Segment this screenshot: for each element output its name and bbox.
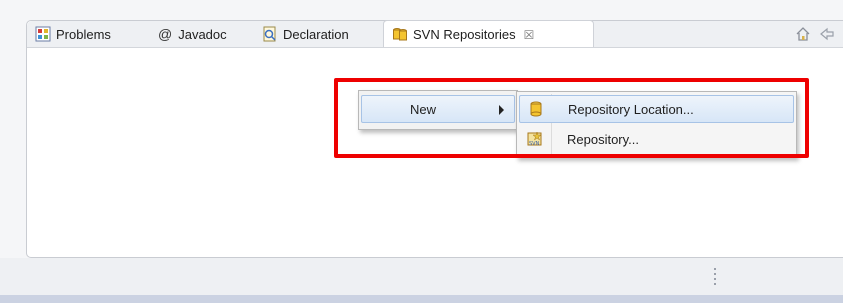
tab-problems[interactable]: Problems xyxy=(35,21,111,47)
back-arrow-icon[interactable] xyxy=(819,26,835,42)
svn-repositories-icon xyxy=(393,28,407,41)
tab-svn-repositories[interactable]: SVN Repositories ☒ xyxy=(383,20,594,47)
highlight-annotation xyxy=(334,78,809,158)
javadoc-icon: @ xyxy=(158,26,173,42)
declaration-icon xyxy=(263,26,276,42)
tab-label: Problems xyxy=(56,26,111,42)
tab-declaration[interactable]: Declaration xyxy=(262,21,349,47)
tab-javadoc[interactable]: @ Javadoc xyxy=(158,21,227,47)
view-tab-strip: Problems @ Javadoc Declaration SVN Repos… xyxy=(27,20,843,48)
problems-icon xyxy=(35,26,51,42)
tab-label: Javadoc xyxy=(178,26,227,42)
close-icon[interactable]: ☒ xyxy=(524,28,536,42)
resize-grip[interactable] xyxy=(714,268,716,288)
home-icon[interactable] xyxy=(795,26,811,42)
tab-label: Declaration xyxy=(283,26,349,42)
bottom-border xyxy=(0,295,843,303)
app-window: { "tabs": [ {"label": "Problems", "icon"… xyxy=(0,0,843,303)
tab-label: SVN Repositories xyxy=(413,26,516,42)
